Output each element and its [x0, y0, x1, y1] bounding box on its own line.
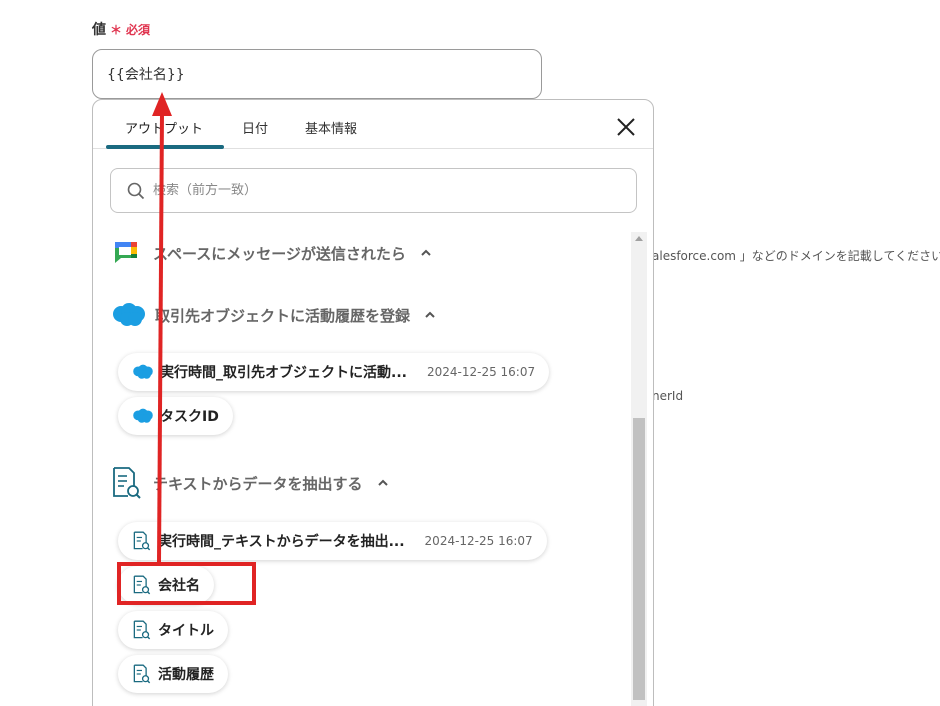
search-input[interactable]	[153, 183, 593, 198]
section-text-extraction[interactable]: テキストからデータを抽出する	[111, 467, 389, 499]
list-item-label: 活動履歴	[158, 667, 214, 683]
list-item-meta: 2024-12-25 16:07	[426, 365, 536, 379]
list-item[interactable]: タスクID	[118, 397, 233, 435]
search-icon	[127, 182, 145, 199]
list-item-label: 実行時間_テキストからデータを抽出...	[158, 534, 405, 550]
value-input-text: {{会社名}}	[107, 67, 185, 83]
field-label-text: 値	[92, 22, 106, 38]
chevron-up-icon[interactable]	[424, 309, 436, 321]
search-field[interactable]	[110, 168, 637, 213]
tab-output[interactable]: アウトプット	[125, 118, 203, 137]
required-mark: ＊	[110, 22, 123, 37]
variable-picker-panel: アウトプット 日付 基本情報 スペースにメッセージが送信されたら	[92, 99, 654, 706]
required-text: 必須	[126, 22, 151, 37]
section-google-chat[interactable]: スペースにメッセージが送信されたら	[111, 237, 432, 269]
list-item-label: 実行時間_取引先オブジェクトに活動...	[160, 365, 407, 381]
section-salesforce[interactable]: 取引先オブジェクトに活動履歴を登録	[111, 299, 436, 331]
tab-basic-info[interactable]: 基本情報	[305, 118, 357, 137]
tab-bar: アウトプット 日付 基本情報	[93, 100, 653, 149]
list-item[interactable]: タイトル	[118, 611, 228, 649]
salesforce-icon	[133, 364, 153, 379]
value-input[interactable]: {{会社名}}	[92, 49, 542, 99]
tab-date[interactable]: 日付	[242, 118, 268, 137]
list-item[interactable]: 活動履歴	[118, 655, 228, 693]
chevron-up-icon[interactable]	[377, 477, 389, 489]
active-tab-indicator	[106, 145, 224, 149]
owner-hint-text: nerId	[652, 389, 684, 403]
close-icon[interactable]	[615, 116, 637, 138]
value-field-label: 値 ＊ 必須	[92, 19, 150, 39]
list-item-label: タイトル	[158, 623, 214, 639]
section-title: スペースにメッセージが送信されたら	[153, 244, 406, 263]
google-chat-icon	[115, 242, 137, 263]
document-search-icon	[133, 620, 151, 640]
chevron-up-icon[interactable]	[420, 247, 432, 259]
domain-hint-text: alesforce.com 」などのドメインを記載してください	[652, 249, 940, 263]
scrollbar[interactable]	[631, 232, 647, 706]
section-title: テキストからデータを抽出する	[153, 474, 363, 493]
document-search-icon	[133, 664, 151, 684]
section-title: 取引先オブジェクトに活動履歴を登録	[155, 306, 411, 325]
list-item[interactable]: 実行時間_取引先オブジェクトに活動... 2024-12-25 16:07	[118, 353, 550, 391]
list-item-meta: 2024-12-25 16:07	[424, 534, 533, 548]
scroll-up-icon[interactable]	[635, 236, 643, 241]
list-item-label: タスクID	[160, 409, 219, 425]
salesforce-icon	[133, 408, 153, 423]
scrollbar-thumb[interactable]	[633, 418, 645, 700]
document-search-icon	[133, 531, 151, 551]
document-search-icon	[113, 467, 141, 499]
list-item[interactable]: 実行時間_テキストからデータを抽出... 2024-12-25 16:07	[118, 522, 547, 560]
salesforce-icon	[113, 303, 145, 326]
annotation-highlight-box	[117, 562, 256, 605]
